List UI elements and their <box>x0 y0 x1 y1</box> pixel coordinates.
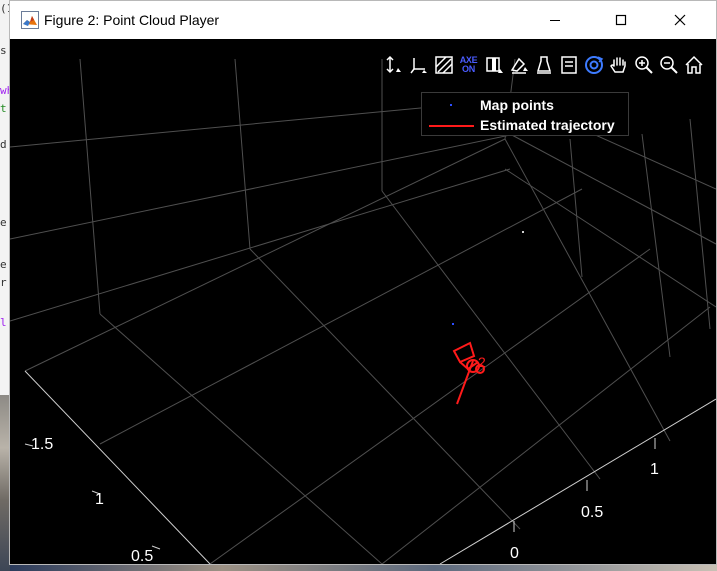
restrict-panning-icon <box>385 55 401 74</box>
map-points-marker <box>450 104 452 106</box>
minimize-icon <box>550 20 560 21</box>
color-source-button[interactable] <box>506 52 531 78</box>
zoom-out-button[interactable] <box>656 52 681 78</box>
zoom-out-icon <box>659 56 678 74</box>
restore-view-button[interactable] <box>681 52 706 78</box>
x-tick-label: 0.5 <box>581 504 604 521</box>
axis-lines <box>24 370 716 564</box>
point-cloud-axes[interactable]: 2 1.5 1 0.5 1 0.5 0 AXE ON Map points Es… <box>10 39 716 564</box>
view-plane-icon <box>485 57 503 73</box>
color-source-icon <box>510 57 528 74</box>
estimated-trajectory <box>452 341 485 405</box>
z-tick-label: 1 <box>95 491 104 508</box>
axes-display-icon <box>409 58 427 74</box>
axes-visibility-toggle[interactable]: AXE ON <box>456 52 481 78</box>
camera-label: 2 <box>478 354 486 370</box>
background-color-button[interactable] <box>431 52 456 78</box>
data-tips-button[interactable] <box>531 52 556 78</box>
z-tick-label: 1.5 <box>31 436 54 453</box>
view-plane-button[interactable] <box>481 52 506 78</box>
data-tips-icon <box>536 56 551 74</box>
zoom-in-icon <box>634 56 653 74</box>
figure-window: Figure 2: Point Cloud Player 2 1.5 1 0.5… <box>9 0 717 565</box>
legend[interactable]: Map points Estimated trajectory <box>421 92 629 136</box>
maximize-icon <box>615 14 627 26</box>
matlab-icon <box>21 11 39 29</box>
legend-label: Estimated trajectory <box>480 117 615 133</box>
map-points <box>452 231 524 325</box>
axe-on-bottom-text: ON <box>462 64 475 74</box>
zoom-in-button[interactable] <box>631 52 656 78</box>
legend-entry-map-points: Map points <box>422 95 628 115</box>
maximize-button[interactable] <box>598 1 644 39</box>
rotate-button[interactable] <box>581 52 606 78</box>
legend-entry-estimated-trajectory: Estimated trajectory <box>422 115 628 135</box>
brush-icon <box>560 56 577 74</box>
title-bar[interactable]: Figure 2: Point Cloud Player <box>10 1 716 39</box>
legend-label: Map points <box>480 97 554 113</box>
minimize-button[interactable] <box>532 1 578 39</box>
restore-view-home-icon <box>684 55 703 74</box>
z-tick-label: 0.5 <box>131 548 154 564</box>
close-button[interactable] <box>657 1 703 39</box>
x-tick-label: 0 <box>510 545 519 562</box>
pan-button[interactable] <box>606 52 631 78</box>
brush-button[interactable] <box>556 52 581 78</box>
x-tick-label: 1 <box>650 461 659 478</box>
window-title: Figure 2: Point Cloud Player <box>44 12 220 28</box>
close-icon <box>674 14 686 26</box>
rotate-icon <box>584 56 603 74</box>
background-color-icon <box>434 56 453 74</box>
pan-hand-icon <box>609 57 626 73</box>
restrict-panning-button[interactable] <box>381 52 406 78</box>
axes-display-button[interactable] <box>406 52 431 78</box>
trajectory-line-marker <box>429 125 474 127</box>
axes-toolbar: AXE ON <box>381 52 706 78</box>
